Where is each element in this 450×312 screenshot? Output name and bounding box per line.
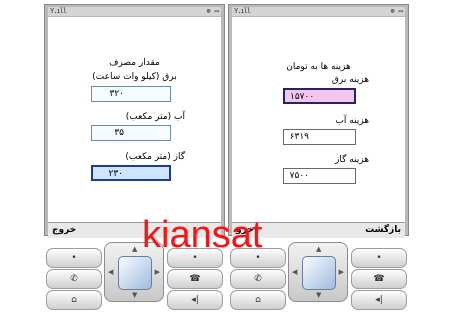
left-softkey-bar: خروج bbox=[48, 222, 221, 238]
signal-icon: Y.ıll bbox=[234, 7, 251, 15]
signal-icon: Y.ıll bbox=[50, 7, 67, 15]
water-cost-label: هزینه آب bbox=[335, 116, 369, 126]
call-button[interactable]: ✆ bbox=[230, 269, 286, 289]
select-button[interactable] bbox=[118, 256, 152, 290]
back-button[interactable]: ◂| bbox=[351, 290, 407, 310]
left-arrow-icon[interactable]: ◀ bbox=[108, 268, 113, 276]
water-label: آب (متر مکعب) bbox=[125, 112, 185, 122]
phone-call-icon: ✆ bbox=[70, 274, 78, 284]
call-button[interactable]: ✆ bbox=[46, 269, 102, 289]
right-softkey-bar: خرو بازگشت bbox=[232, 222, 405, 238]
page-title: هزینه ها به تومان bbox=[286, 62, 351, 72]
home-icon: ⌂ bbox=[255, 295, 261, 305]
up-arrow-icon[interactable]: ▲ bbox=[316, 245, 321, 253]
left-status-bar: Y.ıll ⊛ ▭ bbox=[48, 7, 221, 16]
right-phone-emulator: Y.ıll ⊛ ▭ هزینه ها به تومان هزینه برق ۱۵… bbox=[228, 0, 409, 312]
gas-label: گاز (متر مکعب) bbox=[125, 152, 185, 162]
end-call-button[interactable]: ☎ bbox=[351, 269, 407, 289]
phone-hangup-icon: ☎ bbox=[189, 274, 201, 284]
battery-icon: ⊛ ▭ bbox=[390, 7, 403, 15]
page-title: مقدار مصرف bbox=[109, 58, 160, 68]
left-arrow-icon[interactable]: ◀ bbox=[292, 268, 297, 276]
left-display: مقدار مصرف برق (کیلو وات ساعت) ۳۲۰ آب (م… bbox=[48, 17, 221, 222]
gas-cost-field: ۷۵۰۰ bbox=[283, 168, 356, 184]
right-display: هزینه ها به تومان هزینه برق ۱۵۷۰۰ هزینه … bbox=[232, 17, 405, 222]
down-arrow-icon[interactable]: ▼ bbox=[132, 291, 137, 299]
home-button[interactable]: ⌂ bbox=[230, 290, 286, 310]
up-arrow-icon[interactable]: ▲ bbox=[132, 245, 137, 253]
down-arrow-icon[interactable]: ▼ bbox=[316, 291, 321, 299]
phone-call-icon: ✆ bbox=[254, 274, 262, 284]
right-screen-frame: Y.ıll ⊛ ▭ هزینه ها به تومان هزینه برق ۱۵… bbox=[228, 4, 409, 238]
home-button[interactable]: ⌂ bbox=[46, 290, 102, 310]
back-icon: ◂| bbox=[191, 295, 199, 305]
back-button[interactable]: ◂| bbox=[167, 290, 223, 310]
water-input[interactable]: ۳۵ bbox=[91, 125, 171, 141]
select-button[interactable] bbox=[302, 256, 336, 290]
back-softkey[interactable]: بازگشت bbox=[365, 225, 401, 235]
right-arrow-icon[interactable]: ▶ bbox=[339, 268, 344, 276]
gas-cost-label: هزینه گاز bbox=[335, 155, 369, 165]
electricity-cost-label: هزینه برق bbox=[331, 75, 369, 85]
phone-hangup-icon: ☎ bbox=[373, 274, 385, 284]
end-call-button[interactable]: ☎ bbox=[167, 269, 223, 289]
navigation-pad[interactable]: ▲ ▼ ◀ ▶ bbox=[288, 242, 348, 302]
back-icon: ◂| bbox=[375, 295, 383, 305]
left-phone-emulator: Y.ıll ⊛ ▭ مقدار مصرف برق (کیلو وات ساعت)… bbox=[44, 0, 225, 312]
right-status-bar: Y.ıll ⊛ ▭ bbox=[232, 7, 405, 16]
water-cost-field: ۶۳۱۹ bbox=[283, 129, 356, 145]
left-keypad: • ✆ ⌂ • ☎ ◂| ▲ ▼ ◀ ▶ bbox=[44, 238, 225, 312]
left-soft-button[interactable]: • bbox=[46, 248, 102, 268]
left-soft-button[interactable]: • bbox=[230, 248, 286, 268]
exit-softkey[interactable]: خرو bbox=[236, 225, 254, 235]
navigation-pad[interactable]: ▲ ▼ ◀ ▶ bbox=[104, 242, 164, 302]
right-soft-button[interactable]: • bbox=[167, 248, 223, 268]
gas-input[interactable]: ۲۳۰ bbox=[91, 165, 171, 181]
electricity-cost-field: ۱۵۷۰۰ bbox=[283, 88, 356, 104]
battery-icon: ⊛ ▭ bbox=[206, 7, 219, 15]
electricity-input[interactable]: ۳۲۰ bbox=[91, 86, 171, 102]
electricity-label: برق (کیلو وات ساعت) bbox=[92, 72, 177, 82]
right-keypad: • ✆ ⌂ • ☎ ◂| ▲ ▼ ◀ ▶ bbox=[228, 238, 409, 312]
right-soft-button[interactable]: • bbox=[351, 248, 407, 268]
left-screen-frame: Y.ıll ⊛ ▭ مقدار مصرف برق (کیلو وات ساعت)… bbox=[44, 4, 225, 238]
home-icon: ⌂ bbox=[71, 295, 77, 305]
exit-softkey[interactable]: خروج bbox=[52, 225, 76, 235]
right-arrow-icon[interactable]: ▶ bbox=[155, 268, 160, 276]
